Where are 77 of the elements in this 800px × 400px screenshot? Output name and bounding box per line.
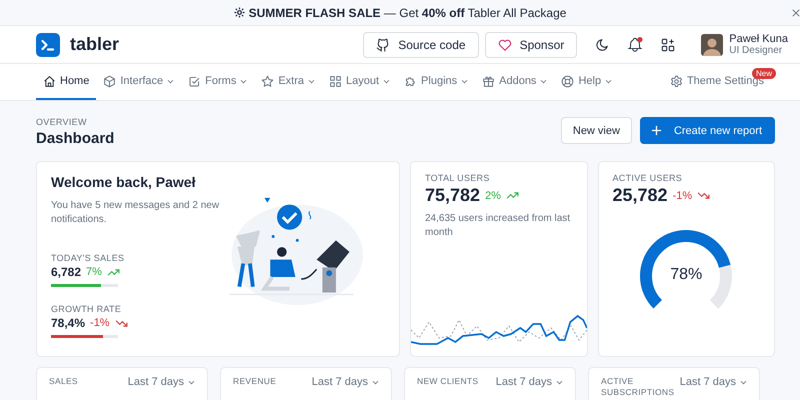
user-role: UI Designer (729, 44, 784, 56)
nav-icon (329, 74, 342, 88)
trend-down-icon (697, 191, 710, 200)
nav-tab[interactable]: Extra (254, 64, 322, 100)
github-icon (376, 38, 390, 52)
welcome-title: Welcome back, Paweł (51, 174, 196, 190)
period-dropdown[interactable]: Last 7 days (680, 376, 747, 388)
stat-value: 78,4% (51, 316, 86, 330)
stat-label: GROWTH RATE (51, 304, 122, 314)
stat-value: 6,782 (51, 265, 82, 279)
new-view-button[interactable]: New view (560, 117, 632, 144)
stat-change: -1% (90, 317, 110, 329)
nav-icon (404, 74, 418, 88)
gauge-reading: 78% (669, 266, 704, 284)
trend-down-icon (114, 318, 128, 328)
caret-icon (740, 380, 747, 384)
promo-text: SUMMER FLASH SALE — Get 40% off Tabler All Package (248, 6, 566, 20)
welcome-text: You have 5 new messages and 2 new notifications. (51, 199, 220, 227)
header-button[interactable]: Source code (363, 32, 479, 58)
nav-tab[interactable]: Help (554, 64, 620, 100)
page-title: Dashboard (36, 130, 114, 147)
period-dropdown[interactable]: Last 7 days (312, 376, 379, 388)
nav-tab[interactable]: Layout (322, 64, 398, 100)
avatar-icon[interactable] (701, 34, 724, 56)
card-label: TOTAL USERS (425, 173, 491, 183)
card-label: NEW CLIENTS (417, 376, 480, 387)
caret-icon (188, 380, 195, 384)
nav-tab[interactable]: Home (36, 64, 96, 100)
card-label: SALES (49, 376, 79, 387)
moon-icon[interactable] (595, 38, 610, 52)
nav-icon (188, 74, 202, 88)
caret-icon (461, 78, 468, 84)
nav-icon (482, 74, 496, 88)
card-label: ACTIVE SUBSCRIPTIONS (601, 376, 676, 398)
nav-icon (561, 74, 574, 88)
nav-icon (261, 74, 274, 88)
card-label: REVENUE (233, 376, 278, 387)
trend-up-icon (506, 191, 519, 200)
brand-name: tabler (70, 34, 120, 55)
page-pretitle: OVERVIEW (36, 117, 88, 127)
sun-icon (234, 7, 245, 18)
logo-icon (36, 32, 60, 56)
card-value: 25,782 (612, 185, 668, 206)
create-report-button[interactable]: Create new report (640, 117, 775, 144)
plus-icon (650, 125, 662, 136)
nav-icon (103, 74, 116, 88)
caret-icon (556, 380, 563, 384)
caret-icon (308, 78, 316, 84)
value-change: 2% (485, 190, 501, 202)
user-name: Paweł Kuna (729, 32, 788, 44)
apps-icon[interactable] (661, 38, 676, 52)
caret-icon (605, 78, 612, 84)
nav-tab[interactable]: Forms (181, 64, 254, 100)
card-label: ACTIVE USERS (612, 173, 684, 183)
value-change: -1% (672, 190, 692, 202)
close-icon[interactable] (792, 8, 800, 18)
caret-icon (372, 380, 379, 384)
nav-tab[interactable]: Interface (96, 64, 182, 100)
caret-icon (383, 78, 390, 84)
new-badge: New (752, 68, 776, 79)
caret-icon (167, 78, 174, 84)
nav-tab[interactable]: Plugins (397, 64, 476, 100)
stat-change: 7% (86, 266, 102, 278)
heart-icon (498, 38, 512, 52)
card-description: 24,635 users increased from last month (425, 212, 572, 240)
trend-up-icon (106, 268, 120, 276)
period-dropdown[interactable]: Last 7 days (128, 376, 195, 388)
nav-icon (43, 74, 56, 88)
bell-icon[interactable] (627, 36, 644, 52)
stat-label: TODAY'S SALES (51, 253, 126, 263)
period-dropdown[interactable]: Last 7 days (496, 376, 563, 388)
caret-icon (540, 78, 548, 84)
header-button[interactable]: Sponsor (484, 32, 578, 58)
nav-tab[interactable]: Addons (475, 64, 554, 100)
settings-icon (670, 74, 683, 88)
card-value: 75,782 (425, 185, 480, 206)
caret-icon (240, 78, 248, 84)
